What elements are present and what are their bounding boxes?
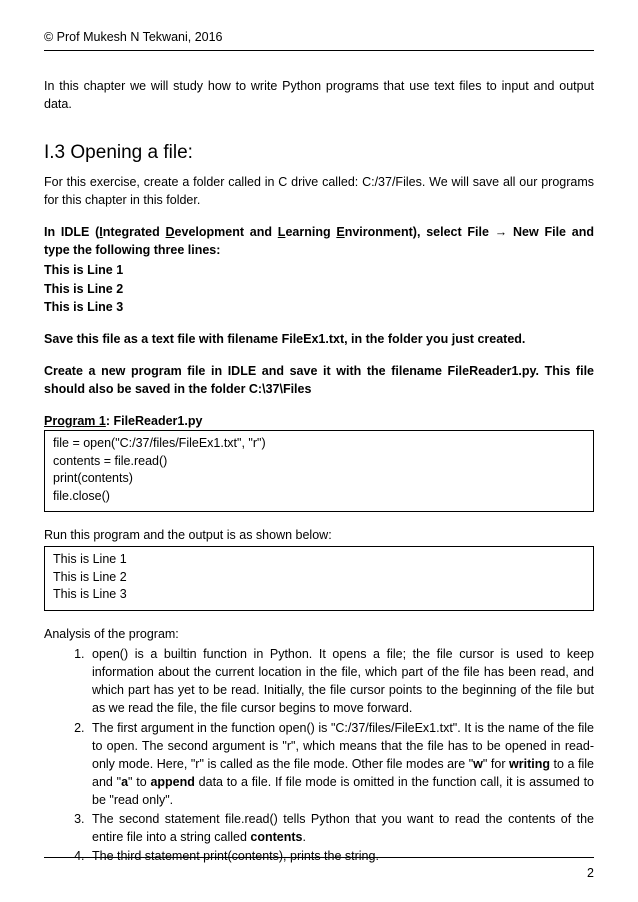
a2-mid3: " to <box>128 775 150 789</box>
sample-line-3: This is Line 3 <box>44 298 594 316</box>
a2-w: w <box>473 757 483 771</box>
page-footer: 2 <box>44 853 594 882</box>
idle-prefix: In IDLE ( <box>44 225 99 239</box>
output-line-3: This is Line 3 <box>53 586 585 604</box>
page-number: 2 <box>44 864 594 882</box>
footer-rule <box>44 857 594 858</box>
page-header: © Prof Mukesh N Tekwani, 2016 <box>44 28 594 51</box>
analysis-item-1: open() is a builtin function in Python. … <box>88 645 594 718</box>
idle-instruction: In IDLE (Integrated Development and Lear… <box>44 223 594 259</box>
sample-line-2: This is Line 2 <box>44 280 594 298</box>
a3-pre: The second statement file.read() tells P… <box>92 812 594 844</box>
program-title: Program 1: FileReader1.py <box>44 412 594 430</box>
program-label-post: : FileReader1.py <box>106 414 203 428</box>
code-line-4: file.close() <box>53 488 585 506</box>
idle-rest-2: evelopment and <box>175 225 278 239</box>
idle-rest-3: earning <box>285 225 336 239</box>
a3-contents: contents <box>250 830 302 844</box>
run-output-line: Run this program and the output is as sh… <box>44 526 594 544</box>
program-label-underline: Program 1 <box>44 414 106 428</box>
copyright-line: © Prof Mukesh N Tekwani, 2016 <box>44 28 594 46</box>
a2-a: a <box>121 775 128 789</box>
code-line-1: file = open("C:/37/files/FileEx1.txt", "… <box>53 435 585 453</box>
a2-append: append <box>150 775 194 789</box>
save-instruction: Save this file as a text file with filen… <box>44 330 594 348</box>
code-line-2: contents = file.read() <box>53 453 585 471</box>
code-box: file = open("C:/37/files/FileEx1.txt", "… <box>44 430 594 512</box>
analysis-heading: Analysis of the program: <box>44 625 594 643</box>
output-box: This is Line 1 This is Line 2 This is Li… <box>44 546 594 611</box>
a2-writing: writing <box>509 757 550 771</box>
code-line-3: print(contents) <box>53 470 585 488</box>
a3-post: . <box>303 830 306 844</box>
idle-letter-E: E <box>336 225 344 239</box>
analysis-item-3: The second statement file.read() tells P… <box>88 810 594 846</box>
idle-letter-D: D <box>166 225 175 239</box>
output-line-2: This is Line 2 <box>53 569 585 587</box>
a2-mid1: " for <box>483 757 509 771</box>
sample-line-1: This is Line 1 <box>44 261 594 279</box>
output-line-1: This is Line 1 <box>53 551 585 569</box>
create-prog-instruction: Create a new program file in IDLE and sa… <box>44 362 594 398</box>
analysis-item-2: The first argument in the function open(… <box>88 719 594 810</box>
intro-paragraph: In this chapter we will study how to wri… <box>44 77 594 113</box>
section-heading: I.3 Opening a file: <box>44 139 594 167</box>
analysis-list: open() is a builtin function in Python. … <box>44 645 594 866</box>
header-rule <box>44 50 594 51</box>
idle-rest-1: ntegrated <box>103 225 166 239</box>
exercise-paragraph: For this exercise, create a folder calle… <box>44 173 594 209</box>
